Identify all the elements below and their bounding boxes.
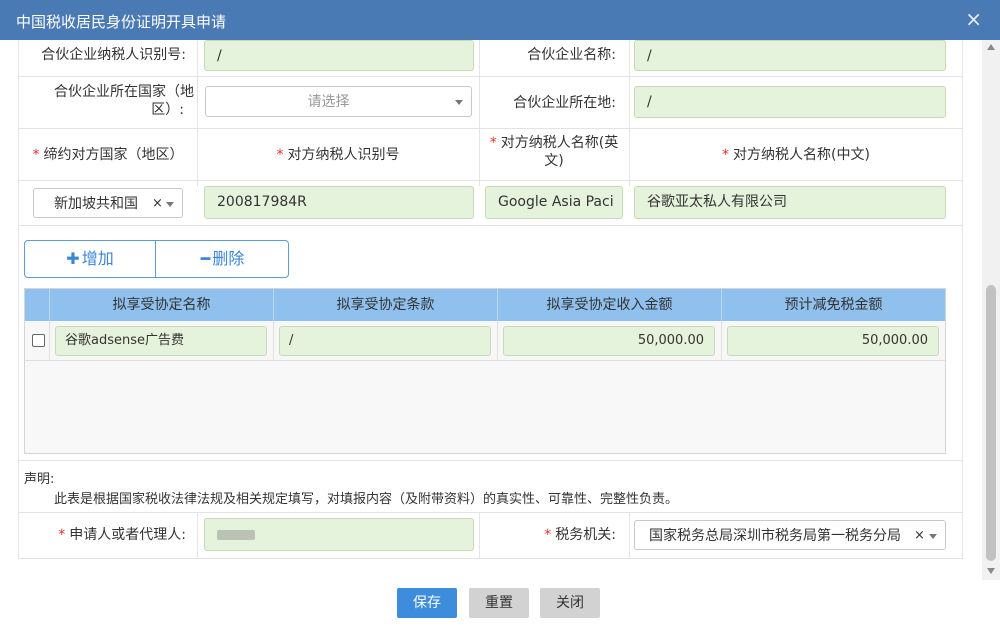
treaty-country-value: 新加坡共和国 <box>54 196 138 212</box>
treaty-country-header-text: 缔约对方国家（地区） <box>43 147 184 163</box>
grid-line <box>18 76 963 77</box>
cell-divider <box>273 321 274 361</box>
delete-button[interactable]: ━ 删除 <box>157 241 288 277</box>
grid-line <box>18 128 963 129</box>
redacted-name <box>217 530 255 540</box>
treaty-name-cell[interactable]: 谷歌adsense广告费 <box>55 326 267 356</box>
row-action-group: ✚ 增加 ━ 删除 <box>24 240 289 278</box>
partner-name-label: 合伙企业名称: <box>527 47 616 63</box>
counterparty-tax-id-field[interactable]: 200817984R <box>204 186 474 219</box>
partner-country-label: 合伙企业所在国家（地 区）: <box>20 83 194 119</box>
tax-office-label: * 税务机关: <box>484 526 616 544</box>
grid-line <box>18 460 963 461</box>
add-button-label: 增加 <box>81 249 114 268</box>
grid-line <box>18 512 963 513</box>
declaration-title: 声明: <box>24 472 55 487</box>
chevron-down-icon <box>455 100 463 105</box>
column-header: 拟享受协定条款 <box>273 289 497 321</box>
close-icon[interactable]: × <box>965 8 982 30</box>
applicant-label: * 申请人或者代理人: <box>20 526 186 544</box>
partner-name-field[interactable]: / <box>634 40 946 71</box>
close-button[interactable]: 关闭 <box>540 588 600 618</box>
clear-icon[interactable]: × <box>152 189 163 217</box>
chevron-down-icon <box>929 534 937 539</box>
scroll-down-icon[interactable] <box>987 568 995 574</box>
counterparty-tax-id-header: * 对方纳税人识别号 <box>198 146 478 164</box>
grid-line <box>18 558 963 559</box>
save-button[interactable]: 保存 <box>397 588 457 618</box>
row-checkbox[interactable] <box>32 334 45 347</box>
partner-country-placeholder: 请选择 <box>307 94 350 110</box>
grid-line <box>629 40 630 186</box>
grid-line <box>197 512 198 558</box>
treaty-country-select[interactable]: 新加坡共和国 × <box>33 188 183 218</box>
partner-tax-id-label: 合伙企业纳税人识别号: <box>41 47 186 63</box>
cell-divider <box>721 321 722 361</box>
counterparty-name-cn-field[interactable]: 谷歌亚太私人有限公司 <box>634 186 946 219</box>
column-header: 拟享受协定收入金额 <box>497 289 721 321</box>
column-header: 拟享受协定名称 <box>49 289 273 321</box>
scroll-up-icon[interactable] <box>987 44 995 50</box>
grid-line <box>18 180 963 181</box>
counterparty-name-cn-header: * 对方纳税人名称(中文) <box>630 146 962 164</box>
delete-button-label: 删除 <box>212 249 245 268</box>
partner-country-label-line2: 区）: <box>151 102 184 118</box>
chevron-down-icon <box>166 202 174 207</box>
required-mark: * <box>544 527 552 543</box>
partner-country-label-line1: 合伙企业所在国家（地 <box>54 84 194 100</box>
tax-relief-cell[interactable]: 50,000.00 <box>727 326 939 356</box>
partner-location-label: 合伙企业所在地: <box>513 95 616 111</box>
reset-button[interactable]: 重置 <box>469 588 529 618</box>
cell-divider <box>497 321 498 361</box>
declaration-text: 此表是根据国家税收法律法规及相关规定填写，对填报内容（及附带资料）的真实性、可靠… <box>54 492 679 507</box>
treaty-income-cell[interactable]: 50,000.00 <box>503 326 715 356</box>
minus-icon: ━ <box>200 249 211 268</box>
counterparty-name-cn-header-text: 对方纳税人名称(中文) <box>733 147 870 163</box>
clear-icon[interactable]: × <box>914 521 925 549</box>
treaty-table: 拟享受协定名称 拟享受协定条款 拟享受协定收入金额 预计减免税金额 谷歌adse… <box>24 288 946 454</box>
dialog-title-bar: 中国税收居民身份证明开具申请 × <box>0 0 1000 40</box>
grid-line <box>962 40 963 558</box>
treaty-clause-cell[interactable]: / <box>279 326 491 356</box>
table-row: 谷歌adsense广告费 / 50,000.00 50,000.00 <box>25 321 945 361</box>
required-mark: * <box>489 135 497 151</box>
plus-icon: ✚ <box>66 249 80 268</box>
cell-divider <box>49 321 50 361</box>
partner-country-select[interactable]: 请选择 <box>205 86 472 117</box>
grid-line <box>18 225 963 226</box>
applicant-field[interactable] <box>204 518 474 551</box>
column-header: 预计减免税金额 <box>721 289 945 321</box>
add-button[interactable]: ✚ 增加 <box>25 241 156 277</box>
required-mark: * <box>32 147 40 163</box>
treaty-country-header: * 缔约对方国家（地区） <box>20 146 196 164</box>
counterparty-name-en-header-text: 对方纳税人名称(英 <box>500 135 619 151</box>
vertical-scrollbar[interactable] <box>982 40 1000 580</box>
grid-line <box>18 40 19 558</box>
grid-line <box>197 40 198 186</box>
dialog-title: 中国税收居民身份证明开具申请 <box>16 13 227 31</box>
table-header: 拟享受协定名称 拟享受协定条款 拟享受协定收入金额 预计减免税金额 <box>25 289 945 321</box>
counterparty-name-en-header: * 对方纳税人名称(英 文) <box>480 134 628 170</box>
tax-office-value: 国家税务总局深圳市税务局第一税务分局 <box>649 528 901 544</box>
required-mark: * <box>276 147 284 163</box>
tax-office-label-text: 税务机关: <box>555 527 616 543</box>
required-mark: * <box>722 147 730 163</box>
scrollbar-thumb[interactable] <box>986 285 996 561</box>
form-content: 合伙企业纳税人识别号: / 合伙企业名称: / 合伙企业所在国家（地 区）: 请… <box>0 40 980 560</box>
required-mark: * <box>58 527 66 543</box>
grid-line <box>629 512 630 558</box>
counterparty-tax-id-header-text: 对方纳税人识别号 <box>287 147 400 163</box>
tax-office-select[interactable]: 国家税务总局深圳市税务局第一税务分局 × <box>634 520 946 550</box>
counterparty-name-en-header-line2: 文) <box>544 153 564 169</box>
applicant-label-text: 申请人或者代理人: <box>69 527 186 543</box>
grid-line <box>479 512 480 558</box>
counterparty-name-en-header-line1: * 对方纳税人名称(英 <box>480 134 628 152</box>
partner-location-field[interactable]: / <box>634 86 946 118</box>
partner-tax-id-field[interactable]: / <box>204 40 474 71</box>
counterparty-name-en-field[interactable]: Google Asia Paci <box>485 186 623 219</box>
